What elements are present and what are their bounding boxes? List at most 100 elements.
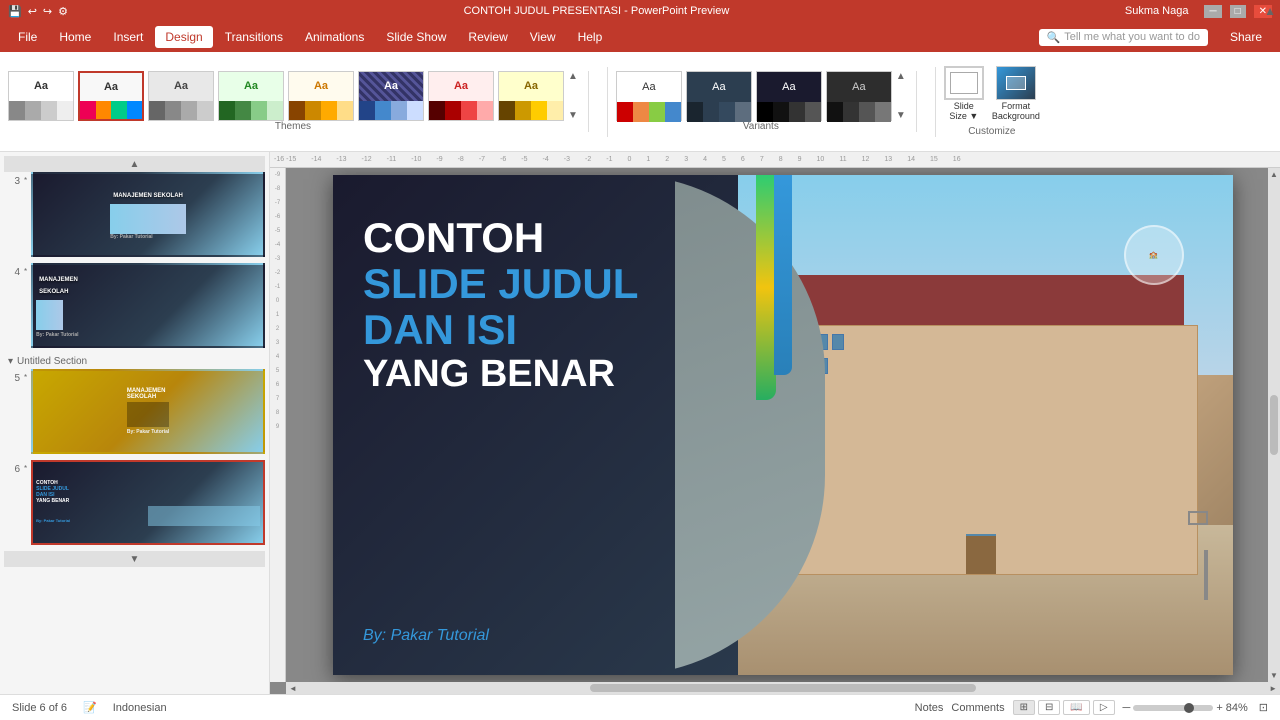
slide-canvas-container[interactable]: 🏫 CONTOH: [286, 168, 1280, 682]
slide-thumb-5[interactable]: 5 * MANAJEMEN SEKOLAH By: Pakar Tutorial: [4, 369, 265, 454]
menu-file[interactable]: File: [8, 26, 47, 48]
variant-2[interactable]: Aa: [686, 71, 752, 121]
menu-design[interactable]: Design: [155, 26, 212, 48]
theme-8[interactable]: Aa: [498, 71, 564, 121]
hscrollbar-thumb[interactable]: [590, 684, 976, 692]
menu-home[interactable]: Home: [49, 26, 101, 48]
slide-curve-container: [675, 175, 925, 675]
slide-star-3: *: [24, 172, 27, 185]
zoom-out-button[interactable]: ─: [1123, 702, 1131, 714]
menu-help[interactable]: Help: [568, 26, 613, 48]
hscrollbar-right[interactable]: ►: [1266, 684, 1280, 693]
collapse-ribbon-button[interactable]: ▲: [1264, 4, 1276, 18]
slide-title-line1: CONTOH: [363, 215, 638, 261]
statusbar-right: Notes Comments ⊞ ⊟ 📖 ▷ ─ + 84% ⊡: [915, 700, 1268, 715]
language[interactable]: Indonesian: [113, 702, 167, 714]
minimize-button[interactable]: ─: [1204, 5, 1221, 18]
menu-transitions[interactable]: Transitions: [215, 26, 293, 48]
theme-2[interactable]: Aa: [78, 71, 144, 121]
slide-title-line3: DAN ISI: [363, 307, 638, 353]
variant-1[interactable]: Aa: [616, 71, 682, 121]
zoom-in-button[interactable]: +: [1216, 702, 1222, 714]
fit-slide-button[interactable]: ⊡: [1259, 701, 1268, 714]
slide-img-3[interactable]: MANAJEMEN SEKOLAH By: Pakar Tutorial: [31, 172, 265, 257]
reading-view-button[interactable]: 📖: [1063, 700, 1089, 715]
zoom-level[interactable]: 84%: [1226, 702, 1256, 714]
spell-check-icon[interactable]: 📝: [83, 701, 97, 714]
zoom-slider-thumb[interactable]: [1184, 703, 1194, 713]
customize-section: SlideSize ▼ FormatBackground Customize: [944, 66, 1040, 137]
variant-3[interactable]: Aa: [756, 71, 822, 121]
canvas-with-ruler: -9-8-7-6-5 -4-3-2-10 12345 6789: [270, 168, 1280, 682]
slide-bg-5: MANAJEMEN SEKOLAH By: Pakar Tutorial: [33, 371, 263, 452]
normal-view-button[interactable]: ⊞: [1013, 700, 1035, 715]
themes-section: Aa Aa: [8, 71, 589, 132]
view-buttons: ⊞ ⊟ 📖 ▷: [1013, 700, 1115, 715]
vertical-scrollbar[interactable]: ▲ ▼: [1268, 168, 1280, 682]
slide-size-button[interactable]: SlideSize ▼: [944, 66, 984, 122]
customize-label: Customize: [968, 126, 1015, 137]
customize-qat-icon[interactable]: ⚙: [58, 5, 68, 18]
notes-button[interactable]: Notes: [915, 702, 944, 714]
variants-up-arrow[interactable]: ▲: [896, 71, 906, 82]
share-button[interactable]: Share: [1220, 26, 1272, 48]
slide-bg-6: CONTOH SLIDE JUDUL DAN ISI YANG BENAR By…: [33, 462, 263, 543]
themes-up-arrow[interactable]: ▲: [568, 71, 578, 82]
menu-slideshow[interactable]: Slide Show: [376, 26, 456, 48]
section-collapse-icon[interactable]: ▾: [8, 356, 13, 367]
slide-bg-3: MANAJEMEN SEKOLAH By: Pakar Tutorial: [33, 174, 263, 255]
theme-4[interactable]: Aa: [218, 71, 284, 121]
maximize-button[interactable]: □: [1230, 5, 1246, 18]
slide-sorter-button[interactable]: ⊟: [1038, 700, 1060, 715]
slide-img-6[interactable]: CONTOH SLIDE JUDUL DAN ISI YANG BENAR By…: [31, 460, 265, 545]
slide-num-3: 3: [4, 172, 20, 187]
slide-thumb-4[interactable]: 4 * MANAJEMEN SEKOLAH By: Pakar Tutorial: [4, 263, 265, 348]
zoom-controls: ─ + 84% ⊡: [1123, 701, 1268, 714]
themes-grid: Aa Aa: [8, 71, 578, 121]
slide-bg-4: MANAJEMEN SEKOLAH By: Pakar Tutorial: [33, 265, 263, 346]
slide-panel-scroll-down[interactable]: ▼: [4, 551, 265, 567]
slide-panel-scroll-up[interactable]: ▲: [4, 156, 265, 172]
titlebar-left-icons: 💾 ↩ ↪ ⚙: [8, 5, 68, 18]
redo-icon[interactable]: ↪: [43, 5, 52, 18]
hscrollbar-left[interactable]: ◄: [286, 684, 300, 693]
menubar: File Home Insert Design Transitions Anim…: [0, 22, 1280, 52]
slide-thumb-6[interactable]: 6 * CONTOH SLIDE JUDUL DAN ISI YANG BENA…: [4, 460, 265, 545]
slide-thumb-3[interactable]: 3 * MANAJEMEN SEKOLAH By: Pakar Tutorial: [4, 172, 265, 257]
slideshow-button[interactable]: ▷: [1093, 700, 1115, 715]
zoom-slider[interactable]: [1133, 705, 1213, 711]
menu-animations[interactable]: Animations: [295, 26, 374, 48]
slide-img-4[interactable]: MANAJEMEN SEKOLAH By: Pakar Tutorial: [31, 263, 265, 348]
comments-button[interactable]: Comments: [951, 702, 1004, 714]
undo-icon[interactable]: ↩: [28, 5, 37, 18]
section-label: ▾ Untitled Section: [4, 354, 265, 369]
save-icon[interactable]: 💾: [8, 5, 22, 18]
slide-panel[interactable]: ▲ 3 * MANAJEMEN SEKOLAH By: Pakar Tutori…: [0, 152, 270, 694]
slide-img-5[interactable]: MANAJEMEN SEKOLAH By: Pakar Tutorial: [31, 369, 265, 454]
format-background-button[interactable]: FormatBackground: [992, 66, 1040, 122]
variants-section: Aa Aa: [616, 71, 917, 132]
hscrollbar-track: [300, 684, 1266, 692]
variant-4[interactable]: Aa: [826, 71, 892, 121]
theme-5[interactable]: Aa: [288, 71, 354, 121]
menu-review[interactable]: Review: [458, 26, 517, 48]
theme-6[interactable]: Aa: [358, 71, 424, 121]
variants-down-arrow[interactable]: ▼: [896, 110, 906, 121]
slide-canvas[interactable]: 🏫 CONTOH: [333, 175, 1233, 675]
ribbon-sep-2: [935, 67, 936, 137]
menu-insert[interactable]: Insert: [103, 26, 153, 48]
window-controls: Sukma Naga ─ □ ✕: [1125, 5, 1272, 18]
theme-3[interactable]: Aa: [148, 71, 214, 121]
menu-view[interactable]: View: [520, 26, 566, 48]
horizontal-scrollbar[interactable]: ◄ ►: [286, 682, 1280, 694]
scrollbar-thumb[interactable]: [1270, 395, 1278, 455]
scrollbar-up[interactable]: ▲: [1268, 168, 1280, 181]
slide-info: Slide 6 of 6: [12, 702, 67, 714]
slide-title-line2: SLIDE JUDUL: [363, 261, 638, 307]
theme-7[interactable]: Aa: [428, 71, 494, 121]
theme-1[interactable]: Aa: [8, 71, 74, 121]
themes-down-arrow[interactable]: ▼: [568, 110, 578, 121]
variants-grid: Aa Aa: [616, 71, 906, 121]
scrollbar-down[interactable]: ▼: [1268, 669, 1280, 682]
search-box[interactable]: 🔍 Tell me what you want to do: [1039, 29, 1208, 46]
